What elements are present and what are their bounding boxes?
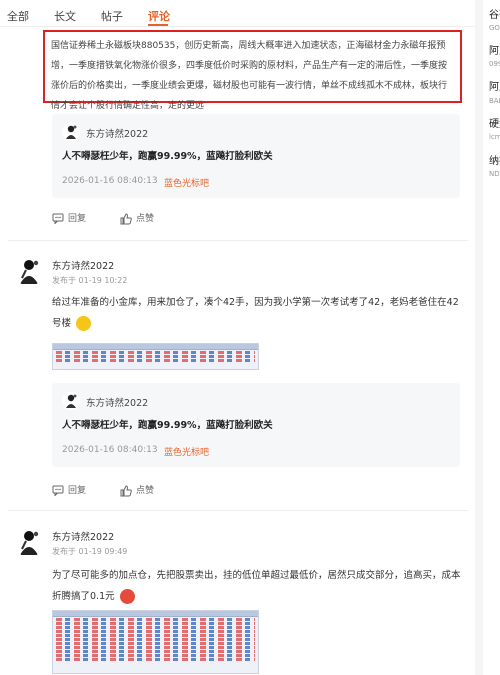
sidebar-stock-code: 09988 [489, 60, 500, 68]
quote-forum-link[interactable]: 蓝色光标吧 [164, 176, 209, 189]
quote-date: 2026-01-16 08:40:13 [62, 176, 158, 186]
tab-posts[interactable]: 帖子 [101, 8, 123, 24]
user-avatar[interactable] [14, 256, 44, 286]
post-time: 发布于 01-19 09:49 [52, 547, 128, 556]
quoted-post-card[interactable]: 东方诗然2022 人不嘚瑟枉少年，跑赢99.99%，蓝飚打脸利欧关 2026-0… [52, 114, 460, 198]
trade-screenshot-thumbnail[interactable] [52, 610, 259, 674]
user-avatar[interactable] [14, 527, 44, 557]
post-body: 给过年准备的小金库，用来加仓了，凑个42手，因为我小学第一次考试考了42，老妈老… [52, 297, 459, 329]
sidebar-stock-name[interactable]: 阿里 [489, 78, 500, 93]
quote-text: 人不嘚瑟枉少年，跑赢99.99%，蓝飚打脸利欧关 [62, 151, 273, 162]
quote-author-avatar [62, 123, 80, 141]
quote-author-avatar [62, 392, 80, 410]
trade-screenshot-thumbnail[interactable] [52, 343, 259, 370]
divider [8, 240, 468, 241]
post-time: 发布于 01-19 10:22 [52, 276, 128, 285]
sidebar-stock-code: lcm [489, 133, 500, 141]
right-sidebar: 谷歌 GOO 阿里 09988 阿里 BABA 硬盘 lcm 纳指 NDX [475, 0, 500, 675]
laughing-emoji-icon [76, 316, 92, 331]
quote-text: 人不嘚瑟枉少年，跑赢99.99%，蓝飚打脸利欧关 [62, 420, 273, 431]
post-text: 给过年准备的小金库，用来加仓了，凑个42手，因为我小学第一次考试考了42，老妈老… [52, 292, 464, 334]
active-tab-indicator [148, 24, 168, 26]
feed-main: 全部 长文 帖子 评论 国信证券稀土永磁板块880535，创历史新高，周线大概率… [0, 0, 475, 675]
thumbs-up-icon [120, 484, 132, 496]
comment-icon [52, 485, 64, 497]
thumbs-up-icon [120, 212, 132, 224]
sidebar-stock-name[interactable]: 硬盘 [489, 115, 500, 130]
reply-button[interactable]: 回复 [52, 211, 87, 225]
like-label: 点赞 [136, 214, 155, 224]
quote-author-name[interactable]: 东方诗然2022 [86, 126, 148, 140]
sidebar-stock-name[interactable]: 阿里 [489, 42, 500, 57]
quote-date: 2026-01-16 08:40:13 [62, 445, 158, 455]
reply-label: 回复 [68, 486, 87, 496]
sidebar-stock-code: BABA [489, 97, 500, 105]
reply-button[interactable]: 回复 [52, 483, 87, 497]
post-author-name[interactable]: 东方诗然2022 [52, 258, 114, 272]
divider [8, 510, 468, 511]
angry-emoji-icon [119, 589, 135, 604]
highlighted-comment-text: 国信证券稀土永磁板块880535，创历史新高，周线大概率进入加速状态，正海磁材金… [43, 30, 462, 111]
tab-comments[interactable]: 评论 [148, 8, 170, 24]
sidebar-stock-code: NDX [489, 170, 500, 178]
post-text: 为了尽可能多的加点仓，先把股票卖出，挂的低位单超过最低价，居然只成交部分，追高买… [52, 565, 464, 607]
quote-author-name[interactable]: 东方诗然2022 [86, 395, 148, 409]
like-label: 点赞 [136, 486, 155, 496]
post-body: 为了尽可能多的加点仓，先把股票卖出，挂的低位单超过最低价，居然只成交部分，追高买… [52, 570, 461, 602]
tab-long-article[interactable]: 长文 [54, 8, 76, 24]
like-button[interactable]: 点赞 [120, 211, 154, 225]
tab-all[interactable]: 全部 [7, 8, 29, 24]
comment-icon [52, 213, 64, 225]
post-author-name[interactable]: 东方诗然2022 [52, 529, 114, 543]
like-button[interactable]: 点赞 [120, 483, 154, 497]
tab-bar: 全部 长文 帖子 评论 [0, 0, 475, 27]
sidebar-stock-name[interactable]: 谷歌 [489, 6, 500, 21]
quote-forum-link[interactable]: 蓝色光标吧 [164, 445, 209, 458]
reply-label: 回复 [68, 214, 87, 224]
sidebar-stock-name[interactable]: 纳指 [489, 152, 500, 167]
quoted-post-card[interactable]: 东方诗然2022 人不嘚瑟枉少年，跑赢99.99%，蓝飚打脸利欧关 2026-0… [52, 383, 460, 467]
sidebar-stock-code: GOO [489, 24, 500, 32]
